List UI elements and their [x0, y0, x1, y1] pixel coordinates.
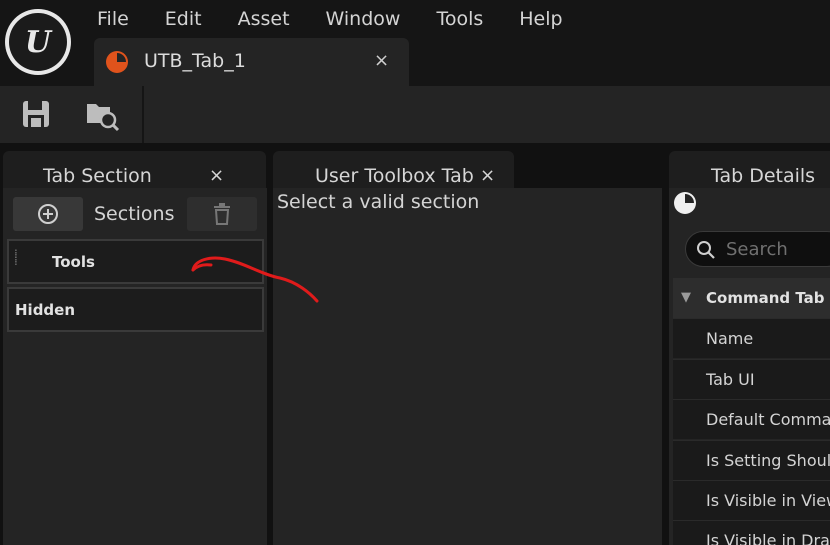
- detail-row-is-setting[interactable]: Is Setting Should: [673, 440, 830, 480]
- user-toolbox-close-icon[interactable]: ×: [480, 165, 495, 186]
- document-tab-close-icon[interactable]: ×: [374, 50, 389, 71]
- detail-row-default-command[interactable]: Default Command: [673, 399, 830, 439]
- delete-section-button[interactable]: [187, 197, 257, 231]
- document-tab-title: UTB_Tab_1: [144, 50, 246, 72]
- menu-window[interactable]: Window: [326, 6, 401, 32]
- menu-help[interactable]: Help: [519, 6, 562, 32]
- section-row-label: Tools: [52, 253, 95, 271]
- section-row-label: Hidden: [15, 301, 76, 319]
- details-search-input[interactable]: Search: [685, 231, 830, 267]
- detail-row-label: Is Visible in Viewp: [706, 491, 830, 510]
- menu-asset[interactable]: Asset: [238, 6, 290, 32]
- detail-row-name[interactable]: Name: [673, 318, 830, 358]
- detail-row-label: Default Command: [706, 410, 830, 429]
- user-toolbox-panel: Select a valid section: [273, 188, 662, 545]
- sections-label: Sections: [94, 203, 175, 225]
- detail-row-tab-ui[interactable]: Tab UI: [673, 359, 830, 399]
- tab-details-title: Tab Details: [711, 165, 816, 187]
- detail-row-label: Is Setting Should: [706, 451, 830, 470]
- toolbar-separator: [142, 86, 144, 143]
- menu-edit[interactable]: Edit: [165, 6, 202, 32]
- add-circle-icon: [38, 204, 58, 224]
- toolbar: [0, 86, 830, 143]
- annotation-arrow: [191, 256, 319, 303]
- tab-section-title: Tab Section: [43, 165, 152, 187]
- asset-tab-icon: [106, 51, 128, 73]
- add-section-button[interactable]: [13, 197, 83, 231]
- detail-row-label: Tab UI: [706, 370, 755, 389]
- browse-asset-icon[interactable]: [84, 96, 120, 132]
- menu-file[interactable]: File: [97, 6, 129, 32]
- category-label: Command Tab: [706, 289, 825, 307]
- category-command-tab[interactable]: ▼ Command Tab: [673, 278, 830, 318]
- detail-row-visible-viewport[interactable]: Is Visible in Viewp: [673, 480, 830, 520]
- unreal-logo-icon[interactable]: U: [5, 9, 71, 75]
- select-section-message: Select a valid section: [277, 191, 480, 213]
- tab-section-close-icon[interactable]: ×: [209, 165, 224, 186]
- user-toolbox-title: User Toolbox Tab: [315, 165, 474, 187]
- trash-icon: [214, 203, 230, 225]
- detail-row-label: Name: [706, 329, 754, 348]
- drag-handle-icon[interactable]: ⁞ ⁞: [14, 248, 22, 267]
- menu-bar: File Edit Asset Window Tools Help: [97, 6, 599, 32]
- chevron-down-icon: ▼: [681, 290, 691, 305]
- menu-tools[interactable]: Tools: [436, 6, 483, 32]
- search-icon: [697, 241, 715, 259]
- title-bar: U File Edit Asset Window Tools Help UTB_…: [0, 0, 830, 86]
- search-placeholder: Search: [726, 239, 788, 260]
- detail-row-label: Is Visible in Draw: [706, 531, 830, 545]
- detail-row-visible-drawer[interactable]: Is Visible in Draw: [673, 520, 830, 545]
- save-icon[interactable]: [18, 96, 54, 132]
- asset-type-icon: [674, 192, 696, 214]
- document-tab[interactable]: UTB_Tab_1 ×: [94, 38, 409, 86]
